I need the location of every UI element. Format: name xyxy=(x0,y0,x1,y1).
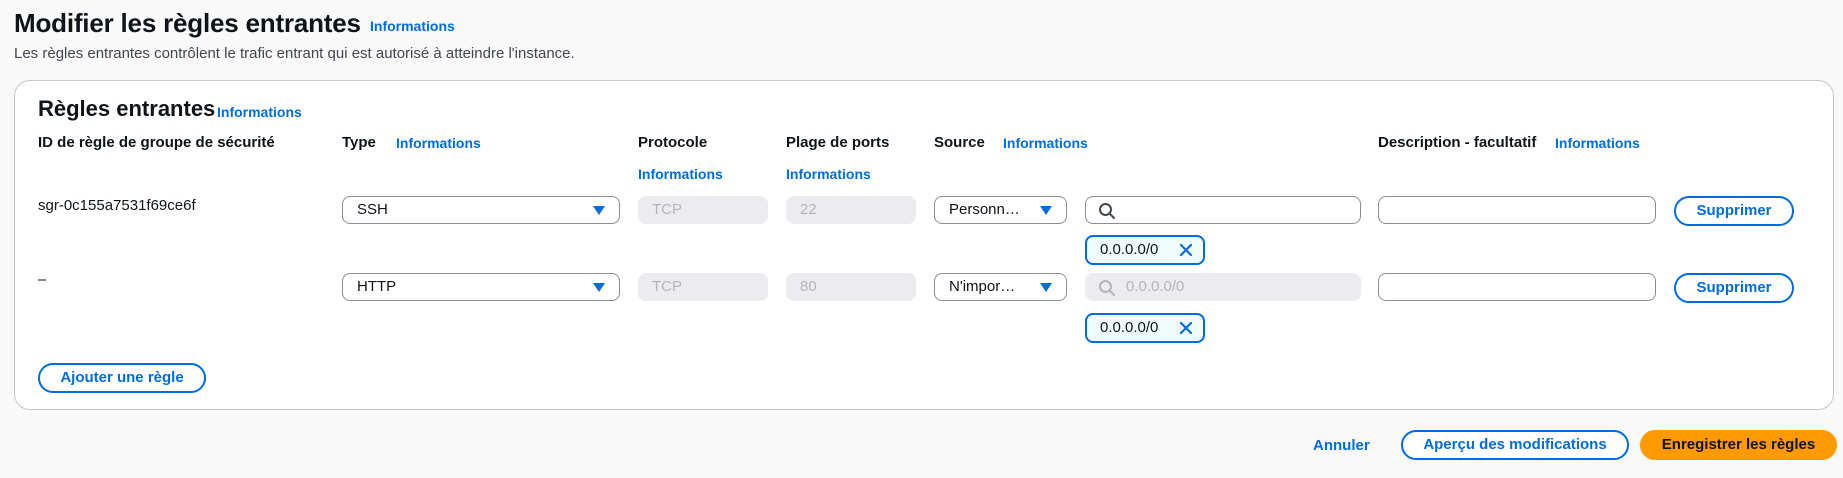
description-input[interactable] xyxy=(1378,273,1656,301)
source-select[interactable]: Personn… xyxy=(934,196,1067,224)
inbound-rules-panel xyxy=(14,80,1834,410)
source-search-input[interactable] xyxy=(1085,196,1361,224)
source-info-link[interactable]: Informations xyxy=(1003,135,1088,151)
delete-rule-button[interactable]: Supprimer xyxy=(1674,196,1794,226)
caret-down-icon xyxy=(593,283,605,292)
section-title-info-link[interactable]: Informations xyxy=(217,104,302,120)
type-select[interactable]: SSH xyxy=(342,196,620,224)
type-select-value: HTTP xyxy=(357,278,397,295)
search-icon xyxy=(1099,280,1115,296)
page-title-info-link[interactable]: Informations xyxy=(370,18,455,34)
protocol-info-link[interactable]: Informations xyxy=(638,166,723,182)
page-description: Les règles entrantes contrôlent le trafi… xyxy=(14,45,575,62)
source-search-input: 0.0.0.0/0 xyxy=(1085,273,1361,301)
type-select[interactable]: HTTP xyxy=(342,273,620,301)
column-header-port-range: Plage de ports xyxy=(786,134,890,151)
source-select[interactable]: N'impor… xyxy=(934,273,1067,301)
caret-down-icon xyxy=(1040,206,1052,215)
save-rules-button[interactable]: Enregistrer les règles xyxy=(1640,430,1837,460)
section-title: Règles entrantes xyxy=(38,96,216,121)
protocol-field: TCP xyxy=(638,196,768,224)
add-rule-button[interactable]: Ajouter une règle xyxy=(38,363,206,393)
close-icon[interactable] xyxy=(1179,243,1193,257)
column-header-description: Description - facultatif xyxy=(1378,134,1537,151)
preview-changes-button[interactable]: Aperçu des modifications xyxy=(1401,430,1629,460)
port-range-info-link[interactable]: Informations xyxy=(786,166,871,182)
caret-down-icon xyxy=(593,206,605,215)
protocol-field: TCP xyxy=(638,273,768,301)
source-select-value: Personn… xyxy=(949,201,1020,218)
column-header-protocol: Protocole xyxy=(638,134,708,151)
close-icon[interactable] xyxy=(1179,321,1193,335)
rule-id: sgr-0c155a7531f69ce6f xyxy=(38,197,196,214)
page-title: Modifier les règles entrantes xyxy=(14,8,361,38)
caret-down-icon xyxy=(1040,283,1052,292)
search-icon xyxy=(1099,203,1115,219)
source-search-placeholder: 0.0.0.0/0 xyxy=(1126,278,1185,295)
source-token: 0.0.0.0/0 xyxy=(1085,313,1205,343)
cancel-button[interactable]: Annuler xyxy=(1313,437,1370,454)
port-range-field: 80 xyxy=(786,273,916,301)
column-header-type: Type xyxy=(342,134,376,151)
type-info-link[interactable]: Informations xyxy=(396,135,481,151)
description-input[interactable] xyxy=(1378,196,1656,224)
source-token-label: 0.0.0.0/0 xyxy=(1100,241,1159,258)
source-token: 0.0.0.0/0 xyxy=(1085,235,1205,265)
source-select-value: N'impor… xyxy=(949,278,1016,295)
page: Modifier les règles entrantes Informatio… xyxy=(0,0,1843,478)
column-header-source: Source xyxy=(934,134,985,151)
description-info-link[interactable]: Informations xyxy=(1555,135,1640,151)
column-header-rule-id: ID de règle de groupe de sécurité xyxy=(38,134,275,151)
rule-id: – xyxy=(38,271,47,288)
source-token-label: 0.0.0.0/0 xyxy=(1100,319,1159,336)
delete-rule-button[interactable]: Supprimer xyxy=(1674,273,1794,303)
port-range-field: 22 xyxy=(786,196,916,224)
type-select-value: SSH xyxy=(357,201,388,218)
